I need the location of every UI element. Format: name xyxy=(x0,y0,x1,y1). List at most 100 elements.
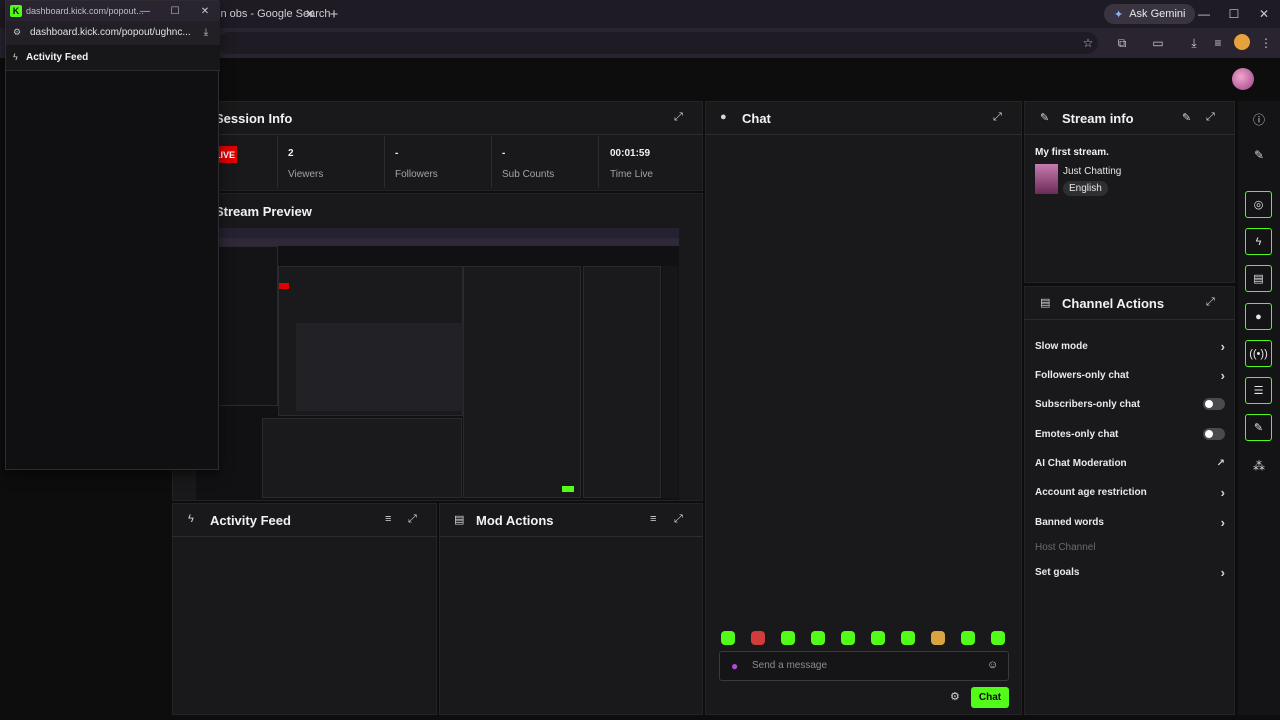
ask-gemini-label: Ask Gemini xyxy=(1129,8,1186,20)
followers-only-row[interactable]: Followers-only chat › xyxy=(1035,365,1225,385)
close-icon[interactable]: ✕ xyxy=(198,4,212,18)
stat-divider xyxy=(277,136,278,188)
panel-divider xyxy=(705,134,1022,135)
sub-counts-value: - xyxy=(502,148,506,159)
chevron-right-icon: › xyxy=(1220,514,1225,530)
language-tag: English xyxy=(1063,181,1108,196)
set-goals-row[interactable]: Set goals › xyxy=(1035,562,1225,582)
ai-moderation-row[interactable]: AI Chat Moderation ↗ xyxy=(1035,453,1225,473)
banned-words-label: Banned words xyxy=(1035,516,1104,528)
sidebar-lightning-icon[interactable]: ϟ xyxy=(1245,228,1272,255)
external-link-icon: ↗ xyxy=(1216,457,1225,469)
lightning-icon: ϟ xyxy=(13,52,18,62)
sub-counts-label: Sub Counts xyxy=(502,169,555,180)
profile-avatar[interactable] xyxy=(1234,34,1250,50)
sidebar-wrench-icon[interactable]: ✎ xyxy=(1245,414,1272,441)
maximize-icon[interactable]: ☐ xyxy=(168,4,182,18)
emote-9[interactable] xyxy=(961,631,975,645)
emote-2[interactable] xyxy=(751,631,765,645)
subscribers-only-toggle[interactable] xyxy=(1203,398,1225,410)
slow-mode-label: Slow mode xyxy=(1035,340,1088,352)
download-icon[interactable]: ⤓ xyxy=(200,26,212,38)
send-chat-button[interactable]: Chat xyxy=(971,687,1009,708)
extensions-icon[interactable]: ⧉ xyxy=(1114,35,1130,51)
bookmark-star-icon[interactable]: ☆ xyxy=(1080,35,1096,51)
stat-divider xyxy=(384,136,385,188)
slow-mode-row[interactable]: Slow mode › xyxy=(1035,336,1225,356)
popout-icon[interactable]: ⤢ xyxy=(674,513,688,527)
close-window-icon[interactable]: ✕ xyxy=(1256,6,1272,22)
info-icon[interactable]: ⓘ xyxy=(1251,111,1267,127)
popout-title: dashboard.kick.com/popout... xyxy=(26,6,144,16)
emote-5[interactable] xyxy=(841,631,855,645)
emotes-only-toggle[interactable] xyxy=(1203,428,1225,440)
popout-icon[interactable]: ⤢ xyxy=(1206,111,1220,125)
close-tab-icon[interactable]: ✕ xyxy=(303,7,317,21)
new-tab-icon[interactable]: + xyxy=(326,6,342,23)
chat-panel xyxy=(705,101,1022,715)
followers-only-label: Followers-only chat xyxy=(1035,369,1129,381)
popout-icon[interactable]: ⤢ xyxy=(408,513,422,527)
mod-actions-title: Mod Actions xyxy=(476,513,554,528)
panel-divider xyxy=(1024,319,1235,320)
subscribers-only-label: Subscribers-only chat xyxy=(1035,398,1141,410)
site-settings-icon[interactable]: ⚙ xyxy=(11,26,23,38)
emoji-icon[interactable]: ☺ xyxy=(987,659,999,671)
popout-address[interactable]: dashboard.kick.com/popout/ughnc... xyxy=(30,27,191,38)
panel-divider xyxy=(439,536,703,537)
activity-feed-title: Activity Feed xyxy=(210,513,291,528)
viewers-value: 2 xyxy=(288,148,294,159)
ask-gemini-button[interactable]: ✦ Ask Gemini xyxy=(1104,4,1196,24)
subscribers-only-row: Subscribers-only chat xyxy=(1035,394,1225,414)
sidebar-chat-icon[interactable]: ● xyxy=(1245,303,1272,330)
category-name: Just Chatting xyxy=(1063,166,1122,177)
popout-activity-header: ϟ Activity Feed xyxy=(6,45,220,71)
emote-4[interactable] xyxy=(811,631,825,645)
edit-pencil-icon[interactable]: ✎ xyxy=(1182,111,1196,125)
chevron-right-icon: › xyxy=(1220,484,1225,500)
sidebar-actions-icon[interactable]: ☰ xyxy=(1245,377,1272,404)
emote-8[interactable] xyxy=(931,631,945,645)
sidebar-document-icon[interactable]: ▤ xyxy=(1245,265,1272,292)
popout-address-bar[interactable]: ⚙ dashboard.kick.com/popout/ughnc... ⤓ xyxy=(6,21,220,45)
followers-label: Followers xyxy=(395,169,438,180)
emote-10[interactable] xyxy=(991,631,1005,645)
popout-icon[interactable]: ⤢ xyxy=(1206,296,1220,310)
filter-icon[interactable]: ≡ xyxy=(385,513,399,527)
cast-icon[interactable]: ▭ xyxy=(1150,35,1166,51)
minimize-icon[interactable]: — xyxy=(1196,6,1212,22)
maximize-icon[interactable]: ☐ xyxy=(1226,6,1242,22)
settings-gear-icon[interactable]: ⚙ xyxy=(950,690,962,703)
sidebar-more-icon[interactable]: ⁂ xyxy=(1251,458,1267,474)
edit-icon[interactable]: ✎ xyxy=(1251,147,1267,163)
reading-list-icon[interactable]: ≡ xyxy=(1210,35,1226,51)
sidebar-broadcast-icon[interactable]: ((•)) xyxy=(1245,340,1272,367)
user-avatar[interactable] xyxy=(1232,68,1254,90)
emote-7[interactable] xyxy=(901,631,915,645)
stream-preview-video[interactable] xyxy=(196,228,679,500)
menu-kebab-icon[interactable]: ⋮ xyxy=(1258,35,1274,51)
microphone-icon[interactable]: ● xyxy=(731,659,741,673)
chat-input[interactable]: Send a message xyxy=(752,660,827,671)
download-icon[interactable]: ⤓ xyxy=(1186,35,1202,51)
filter-icon[interactable]: ≡ xyxy=(650,513,664,527)
minimize-icon[interactable]: — xyxy=(138,4,152,18)
panel-divider xyxy=(172,536,437,537)
popout-icon[interactable]: ⤢ xyxy=(993,111,1007,125)
address-bar[interactable] xyxy=(218,32,1098,54)
emote-3[interactable] xyxy=(781,631,795,645)
stream-title: My first stream. xyxy=(1035,147,1109,158)
host-channel-row: Host Channel xyxy=(1035,537,1225,557)
activity-feed-panel xyxy=(172,503,437,715)
stream-info-title: Stream info xyxy=(1062,111,1134,126)
emote-1[interactable] xyxy=(721,631,735,645)
viewers-label: Viewers xyxy=(288,169,324,180)
document-icon: ▤ xyxy=(454,514,465,526)
sidebar-camera-icon[interactable]: ◎ xyxy=(1245,191,1272,218)
emote-6[interactable] xyxy=(871,631,885,645)
chevron-right-icon: › xyxy=(1220,564,1225,580)
account-age-row[interactable]: Account age restriction › xyxy=(1035,482,1225,502)
time-live-label: Time Live xyxy=(610,169,653,180)
banned-words-row[interactable]: Banned words › xyxy=(1035,512,1225,532)
popout-icon[interactable]: ⤢ xyxy=(674,111,688,125)
